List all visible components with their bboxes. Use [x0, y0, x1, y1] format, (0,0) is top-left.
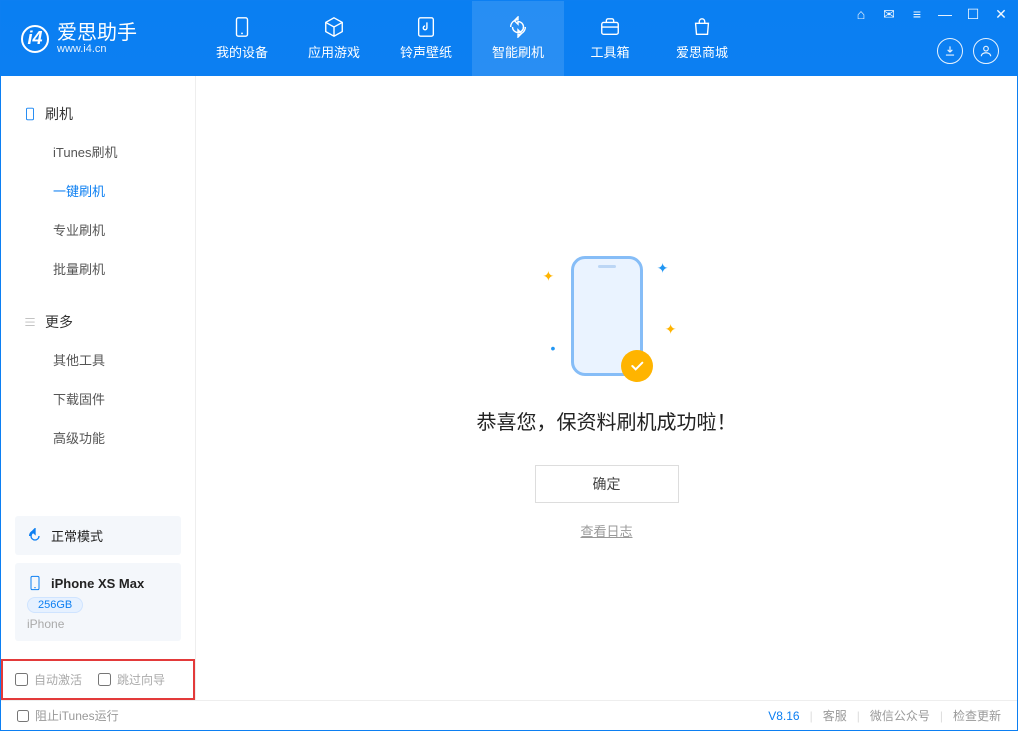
success-illustration: ✦ ✦ • ✦: [571, 256, 643, 376]
minimize-button[interactable]: —: [937, 6, 953, 23]
music-file-icon: [415, 16, 437, 38]
support-link[interactable]: 客服: [823, 707, 847, 724]
menu-icon[interactable]: ≡: [909, 6, 925, 23]
app-site: www.i4.cn: [57, 43, 137, 55]
feedback-icon[interactable]: ✉: [881, 6, 897, 23]
nav-ringtone-wallpaper[interactable]: 铃声壁纸: [380, 1, 472, 76]
sparkle-icon: ✦: [665, 321, 677, 338]
bag-icon: [691, 16, 713, 38]
nav-store[interactable]: 爱思商城: [656, 1, 748, 76]
status-bar: 阻止iTunes运行 V8.16 | 客服 | 微信公众号 | 检查更新: [1, 700, 1017, 730]
maximize-button[interactable]: ☐: [965, 6, 981, 23]
nav-smart-flash[interactable]: 智能刷机: [472, 1, 564, 76]
sidebar-item-advanced[interactable]: 高级功能: [1, 418, 195, 457]
sidebar-item-other-tools[interactable]: 其他工具: [1, 340, 195, 379]
nav-toolbox[interactable]: 工具箱: [564, 1, 656, 76]
sidebar-group-label: 刷机: [45, 104, 73, 124]
device-mode-box[interactable]: 正常模式: [15, 516, 181, 555]
success-check-icon: [621, 350, 653, 382]
app-name: 爱思助手: [57, 23, 137, 43]
nav-label: 铃声壁纸: [400, 42, 452, 61]
close-button[interactable]: ✕: [993, 6, 1009, 23]
device-capacity-badge: 256GB: [27, 597, 83, 613]
main-content: ✦ ✦ • ✦ 恭喜您，保资料刷机成功啦！ 确定 查看日志: [196, 76, 1017, 700]
sidebar: 刷机 iTunes刷机 一键刷机 专业刷机 批量刷机 更多 其他工具 下载固件 …: [1, 76, 196, 700]
sidebar-item-download-firmware[interactable]: 下载固件: [1, 379, 195, 418]
sync-icon: [27, 528, 43, 544]
phone-outline-icon: [23, 107, 37, 121]
title-bar: i4 爱思助手 www.i4.cn 我的设备 应用游戏 铃声壁纸 智能刷机 工具…: [1, 1, 1017, 76]
device-name: iPhone XS Max: [51, 576, 144, 591]
logo-icon: i4: [21, 25, 49, 53]
view-log-link[interactable]: 查看日志: [580, 521, 632, 540]
nav-label: 工具箱: [590, 42, 629, 61]
sparkle-icon: •: [551, 340, 556, 356]
device-phone-icon: [27, 575, 43, 591]
checkbox-label: 自动激活: [34, 671, 82, 688]
titlebar-right-actions: [937, 38, 999, 64]
block-itunes-checkbox[interactable]: 阻止iTunes运行: [17, 707, 119, 724]
sidebar-group-more: 更多: [1, 304, 195, 340]
sparkle-icon: ✦: [657, 260, 669, 277]
auto-activate-checkbox[interactable]: 自动激活: [15, 671, 82, 688]
checkbox-label: 跳过向导: [117, 671, 165, 688]
checkbox-label: 阻止iTunes运行: [35, 707, 119, 724]
phone-icon: [231, 16, 253, 38]
sparkle-icon: ✦: [543, 268, 555, 285]
check-update-link[interactable]: 检查更新: [953, 707, 1001, 724]
download-button[interactable]: [937, 38, 963, 64]
sidebar-item-pro-flash[interactable]: 专业刷机: [1, 210, 195, 249]
success-message: 恭喜您，保资料刷机成功啦！: [477, 406, 737, 435]
nav-label: 我的设备: [216, 42, 268, 61]
nav-label: 应用游戏: [308, 42, 360, 61]
device-type: iPhone: [27, 617, 169, 631]
sidebar-group-flash: 刷机: [1, 96, 195, 132]
refresh-shield-icon: [507, 16, 529, 38]
block-itunes-input[interactable]: [17, 710, 29, 722]
sidebar-group-label: 更多: [45, 312, 73, 332]
user-button[interactable]: [973, 38, 999, 64]
auto-activate-input[interactable]: [15, 673, 28, 686]
nav-my-device[interactable]: 我的设备: [196, 1, 288, 76]
nav-label: 爱思商城: [676, 42, 728, 61]
sidebar-item-oneclick-flash[interactable]: 一键刷机: [1, 171, 195, 210]
sidebar-item-batch-flash[interactable]: 批量刷机: [1, 249, 195, 288]
nav-apps-games[interactable]: 应用游戏: [288, 1, 380, 76]
nav-label: 智能刷机: [492, 42, 544, 61]
ok-button[interactable]: 确定: [535, 465, 679, 503]
briefcase-icon: [599, 16, 621, 38]
tshirt-icon[interactable]: ⌂: [853, 6, 869, 23]
skip-wizard-checkbox[interactable]: 跳过向导: [98, 671, 165, 688]
window-controls: ⌂ ✉ ≡ — ☐ ✕: [853, 6, 1009, 23]
device-info-box[interactable]: iPhone XS Max 256GB iPhone: [15, 563, 181, 641]
sidebar-item-itunes-flash[interactable]: iTunes刷机: [1, 132, 195, 171]
app-logo: i4 爱思助手 www.i4.cn: [1, 1, 196, 76]
wechat-link[interactable]: 微信公众号: [870, 707, 930, 724]
cube-icon: [323, 16, 345, 38]
version-label: V8.16: [768, 709, 799, 723]
skip-wizard-input[interactable]: [98, 673, 111, 686]
list-icon: [23, 315, 37, 329]
options-highlight-box: 自动激活 跳过向导: [1, 659, 195, 700]
device-mode-label: 正常模式: [51, 526, 103, 545]
